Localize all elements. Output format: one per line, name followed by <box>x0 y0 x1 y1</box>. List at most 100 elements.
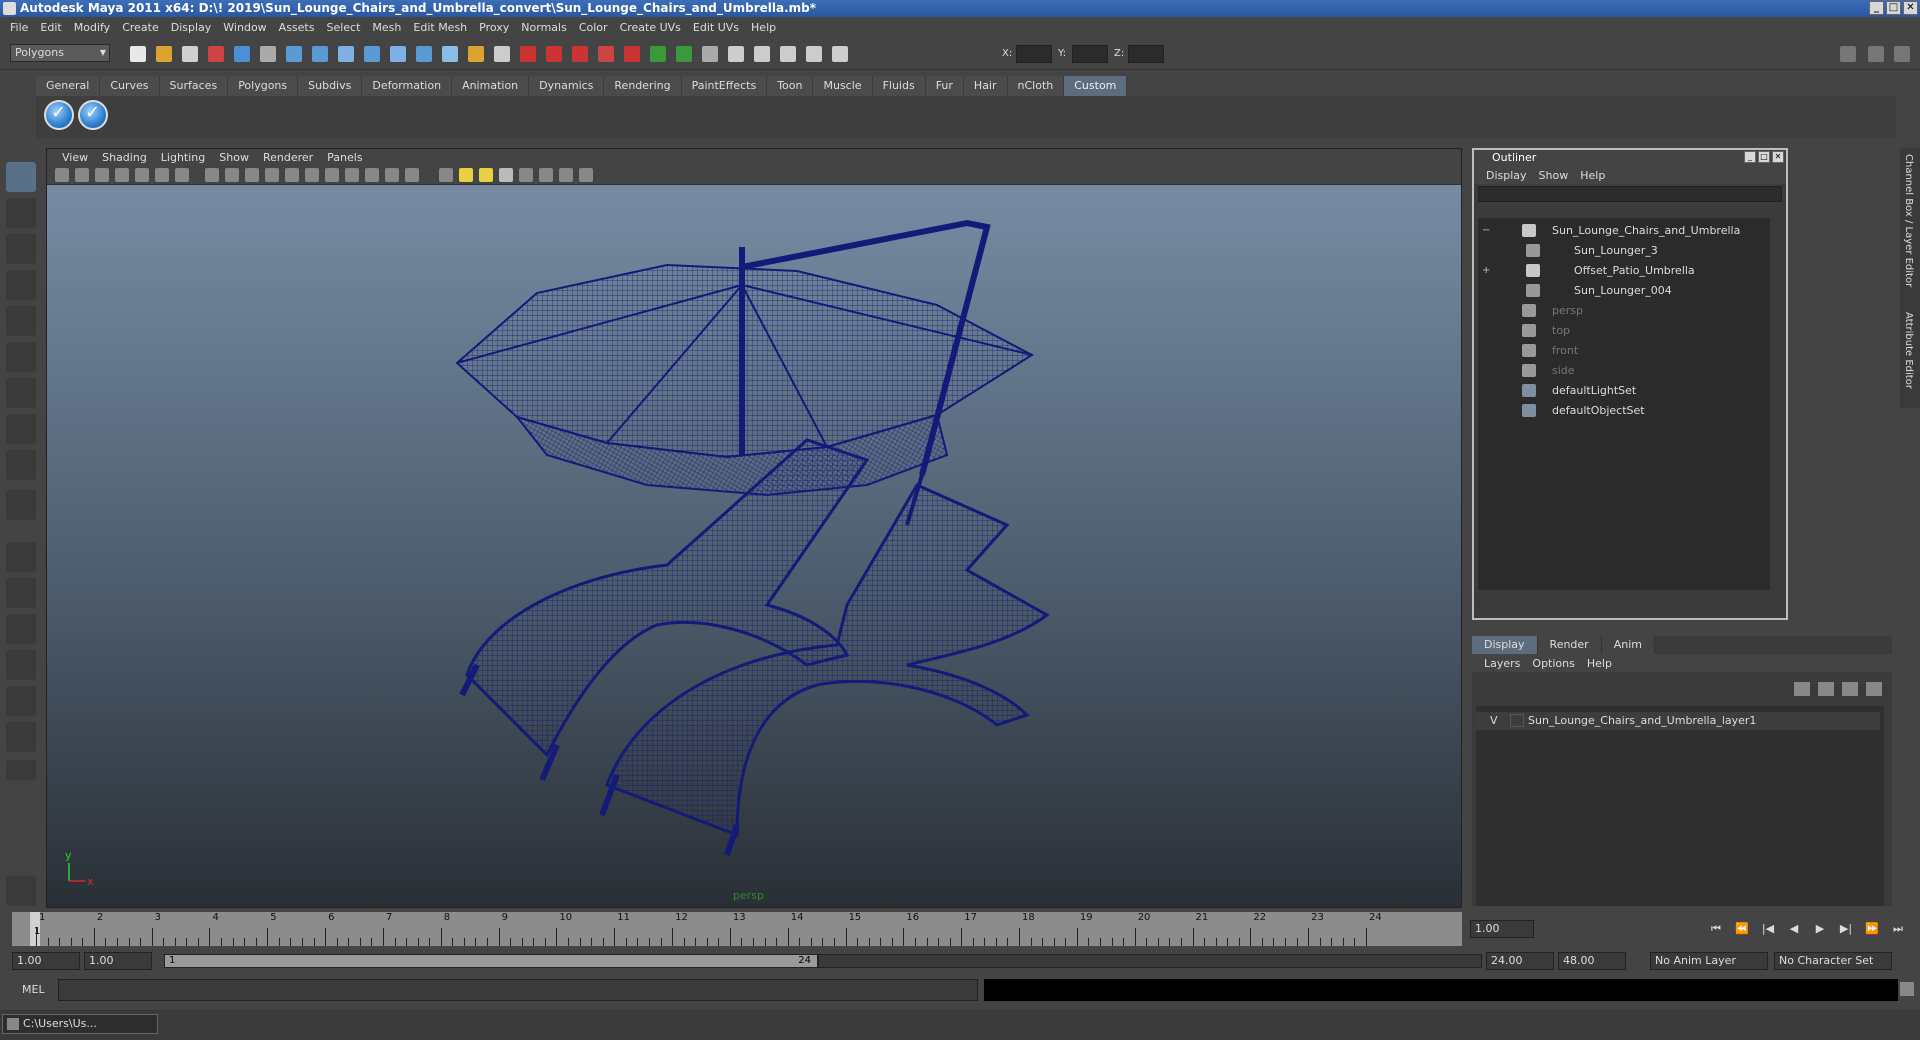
viewport-toolbar-icon[interactable] <box>539 168 553 182</box>
viewport-toolbar-icon[interactable] <box>439 168 453 182</box>
shelf-tab-dynamics[interactable]: Dynamics <box>529 76 605 96</box>
maximize-button[interactable]: □ <box>1886 1 1901 15</box>
statusline-tool-icon[interactable] <box>598 46 614 62</box>
viewport-toolbar-icon[interactable] <box>115 168 129 182</box>
single-pane-layout-icon[interactable] <box>6 542 36 572</box>
custom-shelf-button-2[interactable] <box>78 100 108 130</box>
statusline-tool-icon[interactable] <box>676 46 692 62</box>
statusline-tool-icon[interactable] <box>520 46 536 62</box>
shelf-tab-rendering[interactable]: Rendering <box>604 76 682 96</box>
outliner-item[interactable]: defaultObjectSet <box>1478 402 1758 420</box>
playback-button[interactable]: |◀ <box>1758 920 1778 938</box>
menu-create[interactable]: Create <box>116 21 165 34</box>
four-pane-layout-icon[interactable] <box>6 578 36 608</box>
hypershade-layout-icon[interactable] <box>6 686 36 716</box>
lock-icon[interactable] <box>6 876 36 906</box>
viewport-toolbar-icon[interactable] <box>479 168 493 182</box>
playback-button[interactable]: ⏮ <box>1706 920 1726 938</box>
outliner-persp-layout-icon[interactable] <box>6 722 36 752</box>
playback-button[interactable]: ▶| <box>1836 920 1856 938</box>
viewport-toolbar-icon[interactable] <box>345 168 359 182</box>
viewport-toolbar-icon[interactable] <box>205 168 219 182</box>
statusline-tool-icon[interactable] <box>312 46 328 62</box>
command-language-label[interactable]: MEL <box>22 983 45 996</box>
menu-display[interactable]: Display <box>165 21 218 34</box>
viewport-toolbar-icon[interactable] <box>55 168 69 182</box>
statusline-tool-icon[interactable] <box>702 46 718 62</box>
last-tool-icon[interactable] <box>6 490 36 520</box>
viewport-toolbar-icon[interactable] <box>75 168 89 182</box>
statusline-tool-icon[interactable] <box>390 46 406 62</box>
shelf-tab-hair[interactable]: Hair <box>963 76 1008 96</box>
playback-button[interactable]: ▶ <box>1810 920 1830 938</box>
statusline-tool-icon[interactable] <box>468 46 484 62</box>
menu-help[interactable]: Help <box>745 21 782 34</box>
outliner-item[interactable]: + Offset_Patio_Umbrella <box>1478 262 1758 280</box>
layer-menu-options[interactable]: Options <box>1526 657 1580 670</box>
range-slider-track[interactable] <box>818 954 1482 968</box>
menu-set-selector[interactable]: Polygons <box>10 44 110 62</box>
script-editor-icon[interactable] <box>1900 982 1914 996</box>
lasso-tool-icon[interactable] <box>6 198 36 228</box>
minimized-window-item[interactable]: C:\Users\Us... <box>2 1014 158 1034</box>
statusline-tool-icon[interactable] <box>494 46 510 62</box>
outliner-item[interactable]: Sun_Lounger_3 <box>1478 242 1758 260</box>
shelf-tab-toon[interactable]: Toon <box>767 76 814 96</box>
playback-button[interactable]: ◀ <box>1784 920 1804 938</box>
viewport-toolbar-icon[interactable] <box>559 168 573 182</box>
shelf-tab-animation[interactable]: Animation <box>452 76 530 96</box>
viewport-menu-shading[interactable]: Shading <box>95 151 154 164</box>
layer-tab-display[interactable]: Display <box>1472 636 1538 654</box>
statusline-tool-icon[interactable] <box>208 46 224 62</box>
menu-edit-uvs[interactable]: Edit UVs <box>687 21 745 34</box>
custom-shelf-button-1[interactable] <box>44 100 74 130</box>
viewport-panel[interactable]: View Shading Lighting Show Renderer Panels <box>46 148 1462 908</box>
menu-edit[interactable]: Edit <box>34 21 67 34</box>
shelf-tab-fluids[interactable]: Fluids <box>872 76 926 96</box>
viewport-toolbar-icon[interactable] <box>305 168 319 182</box>
move-tool-icon[interactable] <box>6 270 36 300</box>
outliner-layout-icon[interactable] <box>6 614 36 644</box>
universal-manipulator-icon[interactable] <box>6 378 36 408</box>
shelf-tab-custom[interactable]: Custom <box>1064 76 1128 96</box>
menu-edit-mesh[interactable]: Edit Mesh <box>407 21 473 34</box>
menu-create-uvs[interactable]: Create UVs <box>614 21 687 34</box>
viewport-menu-show[interactable]: Show <box>212 151 256 164</box>
x-field[interactable] <box>1016 45 1052 63</box>
statusline-tool-icon[interactable] <box>806 46 822 62</box>
current-time-field[interactable]: 1.00 <box>1470 920 1534 938</box>
shelf-tab-surfaces[interactable]: Surfaces <box>159 76 229 96</box>
viewport-toolbar-icon[interactable] <box>265 168 279 182</box>
shelf-tab-curves[interactable]: Curves <box>100 76 160 96</box>
menu-assets[interactable]: Assets <box>273 21 321 34</box>
viewport-toolbar-icon[interactable] <box>325 168 339 182</box>
statusline-tool-icon[interactable] <box>442 46 458 62</box>
viewport-toolbar-icon[interactable] <box>519 168 533 182</box>
outliner-item[interactable]: persp <box>1478 302 1758 320</box>
statusline-tool-icon[interactable] <box>364 46 380 62</box>
shelf-tab-subdivs[interactable]: Subdivs <box>298 76 363 96</box>
shelf-tab-deformation[interactable]: Deformation <box>362 76 453 96</box>
layer-visibility-toggle[interactable]: V <box>1490 714 1498 727</box>
layer-tab-render[interactable]: Render <box>1537 636 1602 654</box>
minimize-button[interactable]: _ <box>1869 1 1884 15</box>
outliner-horizontal-scrollbar[interactable] <box>1478 596 1770 608</box>
outliner-menu-help[interactable]: Help <box>1574 169 1611 182</box>
outliner-item[interactable]: − Sun_Lounge_Chairs_and_Umbrella <box>1478 222 1758 240</box>
menu-window[interactable]: Window <box>217 21 272 34</box>
statusline-tool-icon[interactable] <box>338 46 354 62</box>
attribute-editor-tab[interactable]: Attribute Editor <box>1903 312 1914 389</box>
statusline-tool-icon[interactable] <box>624 46 640 62</box>
range-slider[interactable]: 1 24 <box>164 954 818 968</box>
viewport-menu-view[interactable]: View <box>55 151 95 164</box>
outliner-item[interactable]: Sun_Lounger_004 <box>1478 282 1758 300</box>
playback-end-field[interactable]: 24.00 <box>1486 952 1554 970</box>
playback-start-field[interactable]: 1.00 <box>84 952 152 970</box>
outliner-minimize-button[interactable]: _ <box>1744 151 1756 163</box>
playback-button[interactable]: ⏪ <box>1732 920 1752 938</box>
channel-box-toggle-icon[interactable] <box>1868 46 1884 62</box>
menu-normals[interactable]: Normals <box>515 21 573 34</box>
outliner-menu-show[interactable]: Show <box>1533 169 1575 182</box>
statusline-tool-icon[interactable] <box>156 46 172 62</box>
layer-tab-anim[interactable]: Anim <box>1601 636 1655 654</box>
